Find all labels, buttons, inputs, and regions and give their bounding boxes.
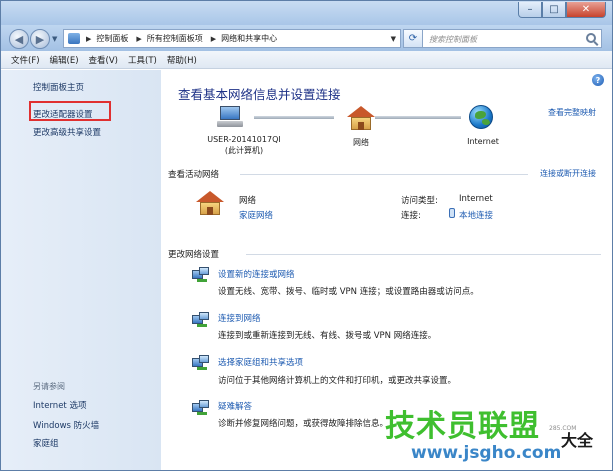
sidebar-homegroup[interactable]: 家庭组 [33,437,59,449]
task-description: 诊断并修复网络问题，或获得故障排除信息。 [218,419,389,429]
active-networks-heading: 查看活动网络 [168,170,220,180]
network-label: 网络 [353,138,369,147]
menu-edit[interactable]: 编辑(E) [50,54,79,66]
page-title: 查看基本网络信息并设置连接 [178,87,341,102]
home-network-icon [196,191,224,215]
help-icon[interactable]: ? [592,74,604,86]
back-button[interactable]: ◀ [9,29,29,49]
internet-label: Internet [467,137,499,146]
window-controls: – □ ✕ [518,2,606,18]
minimize-button[interactable]: – [518,2,542,18]
recent-pages-dropdown[interactable]: ▼ [52,35,57,43]
search-icon[interactable] [586,33,596,43]
connection-line [375,116,461,119]
task-description: 连接到或重新连接到无线、有线、拨号或 VPN 网络连接。 [218,331,437,341]
sidebar: 控制面板主页 更改适配器设置 更改高级共享设置 另请参阅 Internet 选项… [1,70,161,470]
address-row: ◀ ▶ ▼ ▶ 控制面板 ▶ 所有控制面板项 ▶ 网络和共享中心 ▼ ⟳ 搜索控… [1,25,612,51]
troubleshoot-icon [192,400,210,416]
breadcrumb-all-items[interactable]: 所有控制面板项 [147,33,203,44]
task-description: 访问位于其他网络计算机上的文件和打印机，或更改共享设置。 [218,376,457,386]
computer-sub: (此计算机) [224,146,264,155]
network-name: 网络 [239,196,257,206]
computer-name: USER-20141017QI [207,135,281,144]
search-input[interactable]: 搜索控制面板 [422,29,602,48]
connect-to-network-link[interactable]: 连接到网络 [218,312,261,324]
connection-line [254,116,334,119]
connections-label: 连接: [401,211,421,221]
close-button[interactable]: ✕ [566,2,606,18]
watermark-suffix: 大全 [561,431,594,450]
refresh-icon: ⟳ [408,33,418,44]
homegroup-sharing-link[interactable]: 选择家庭组和共享选项 [218,356,303,368]
divider [240,174,528,175]
address-dropdown-icon[interactable]: ▼ [391,35,396,43]
arrow-left-icon: ◀ [14,32,24,46]
menu-bar: 文件(F) 编辑(E) 查看(V) 工具(T) 帮助(H) [1,51,612,69]
sidebar-advanced-sharing[interactable]: 更改高级共享设置 [33,126,101,138]
connect-disconnect-link[interactable]: 连接或断开连接 [540,168,596,179]
arrow-right-icon: ▶ [35,32,45,46]
search-placeholder: 搜索控制面板 [429,35,477,44]
internet-globe-icon [469,105,493,129]
window: – □ ✕ ◀ ▶ ▼ ▶ 控制面板 ▶ 所有控制面板项 ▶ 网络和共享中心 ▼… [0,0,613,471]
task-description: 设置无线、宽带、拨号、临时或 VPN 连接；或设置路由器或访问点。 [218,287,479,297]
access-type-label: 访问类型: [401,196,438,206]
new-connection-icon [192,267,210,283]
watermark-url: www.jsgho.com [411,443,562,463]
troubleshoot-link[interactable]: 疑难解答 [218,400,252,412]
local-connection-link[interactable]: 本地连接 [459,209,493,221]
access-type-value: Internet [459,194,493,204]
menu-tools[interactable]: 工具(T) [128,54,157,66]
change-settings-heading: 更改网络设置 [168,250,220,260]
maximize-button[interactable]: □ [542,2,566,18]
sidebar-change-adapter-settings[interactable]: 更改适配器设置 [33,108,93,120]
forward-button[interactable]: ▶ [30,29,50,49]
menu-view[interactable]: 查看(V) [89,54,118,66]
breadcrumb-control-panel[interactable]: 控制面板 [96,33,128,44]
chevron-right-icon[interactable]: ▶ [136,35,141,43]
setup-new-connection-link[interactable]: 设置新的连接或网络 [218,268,295,280]
refresh-button[interactable]: ⟳ [403,29,423,48]
computer-icon [217,106,243,128]
see-also-heading: 另请参阅 [33,382,65,391]
watermark: 技术员联盟 285.COM 大全 www.jsgho.com [381,401,612,470]
menu-help[interactable]: 帮助(H) [167,54,197,66]
address-bar[interactable]: ▶ 控制面板 ▶ 所有控制面板项 ▶ 网络和共享中心 ▼ [63,29,401,48]
sidebar-internet-options[interactable]: Internet 选项 [33,399,86,411]
breadcrumb-network-center[interactable]: 网络和共享中心 [221,33,277,44]
chevron-right-icon[interactable]: ▶ [211,35,216,43]
control-panel-icon [68,33,80,44]
connect-network-icon [192,312,210,328]
network-type-link[interactable]: 家庭网络 [239,209,273,221]
watermark-title: 技术员联盟 [385,409,540,444]
sidebar-control-panel-home[interactable]: 控制面板主页 [33,81,84,93]
title-bar[interactable]: – □ ✕ [1,1,612,25]
see-full-map-link[interactable]: 查看完整映射 [548,107,596,118]
homegroup-sharing-icon [192,355,210,371]
computer-label: USER-20141017QI (此计算机) [198,134,290,156]
sidebar-windows-firewall[interactable]: Windows 防火墙 [33,419,99,431]
chevron-right-icon[interactable]: ▶ [86,35,91,43]
menu-file[interactable]: 文件(F) [11,54,40,66]
ethernet-icon [449,208,455,218]
home-network-icon [347,106,375,130]
divider [246,254,601,255]
